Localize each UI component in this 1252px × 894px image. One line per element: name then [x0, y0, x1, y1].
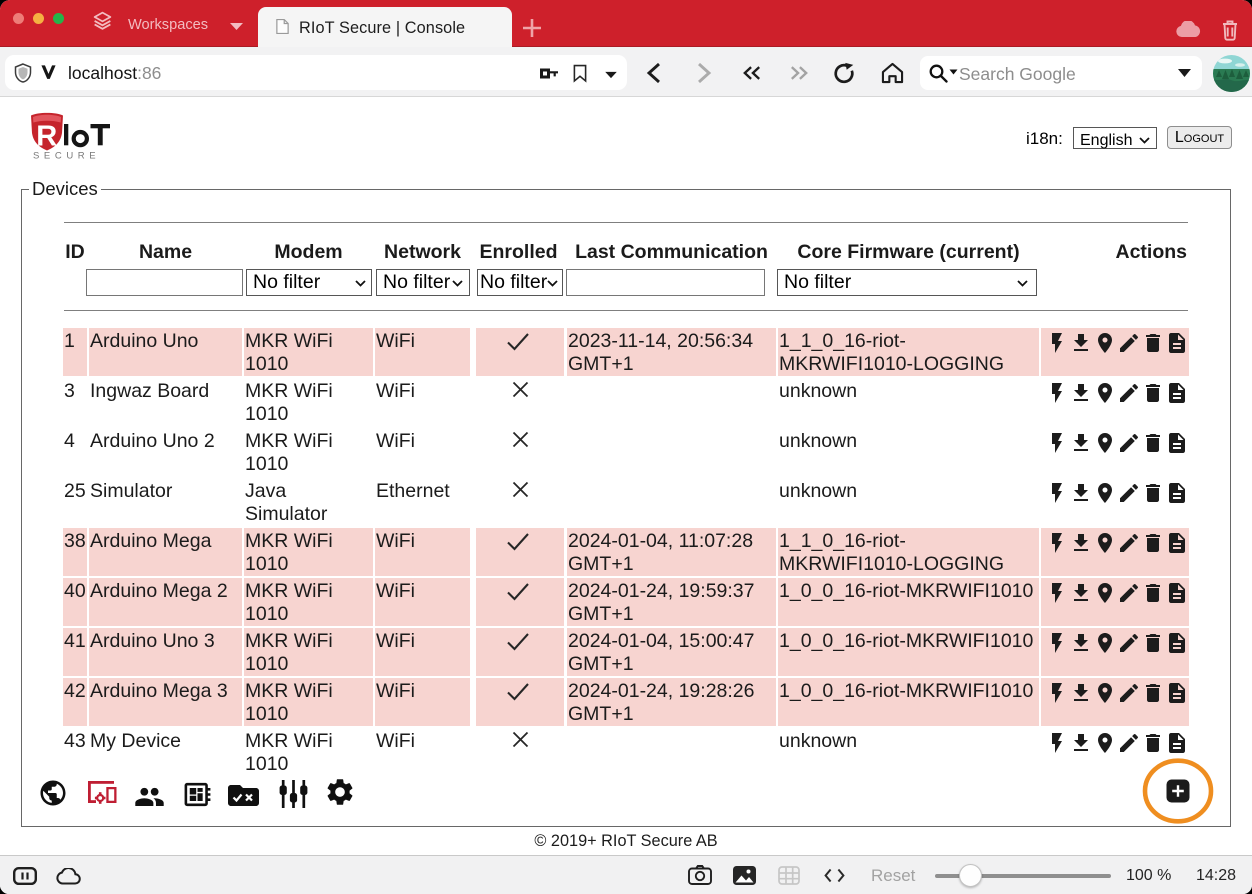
- svg-text:SECURE: SECURE: [33, 151, 100, 160]
- svg-text:R: R: [36, 120, 57, 152]
